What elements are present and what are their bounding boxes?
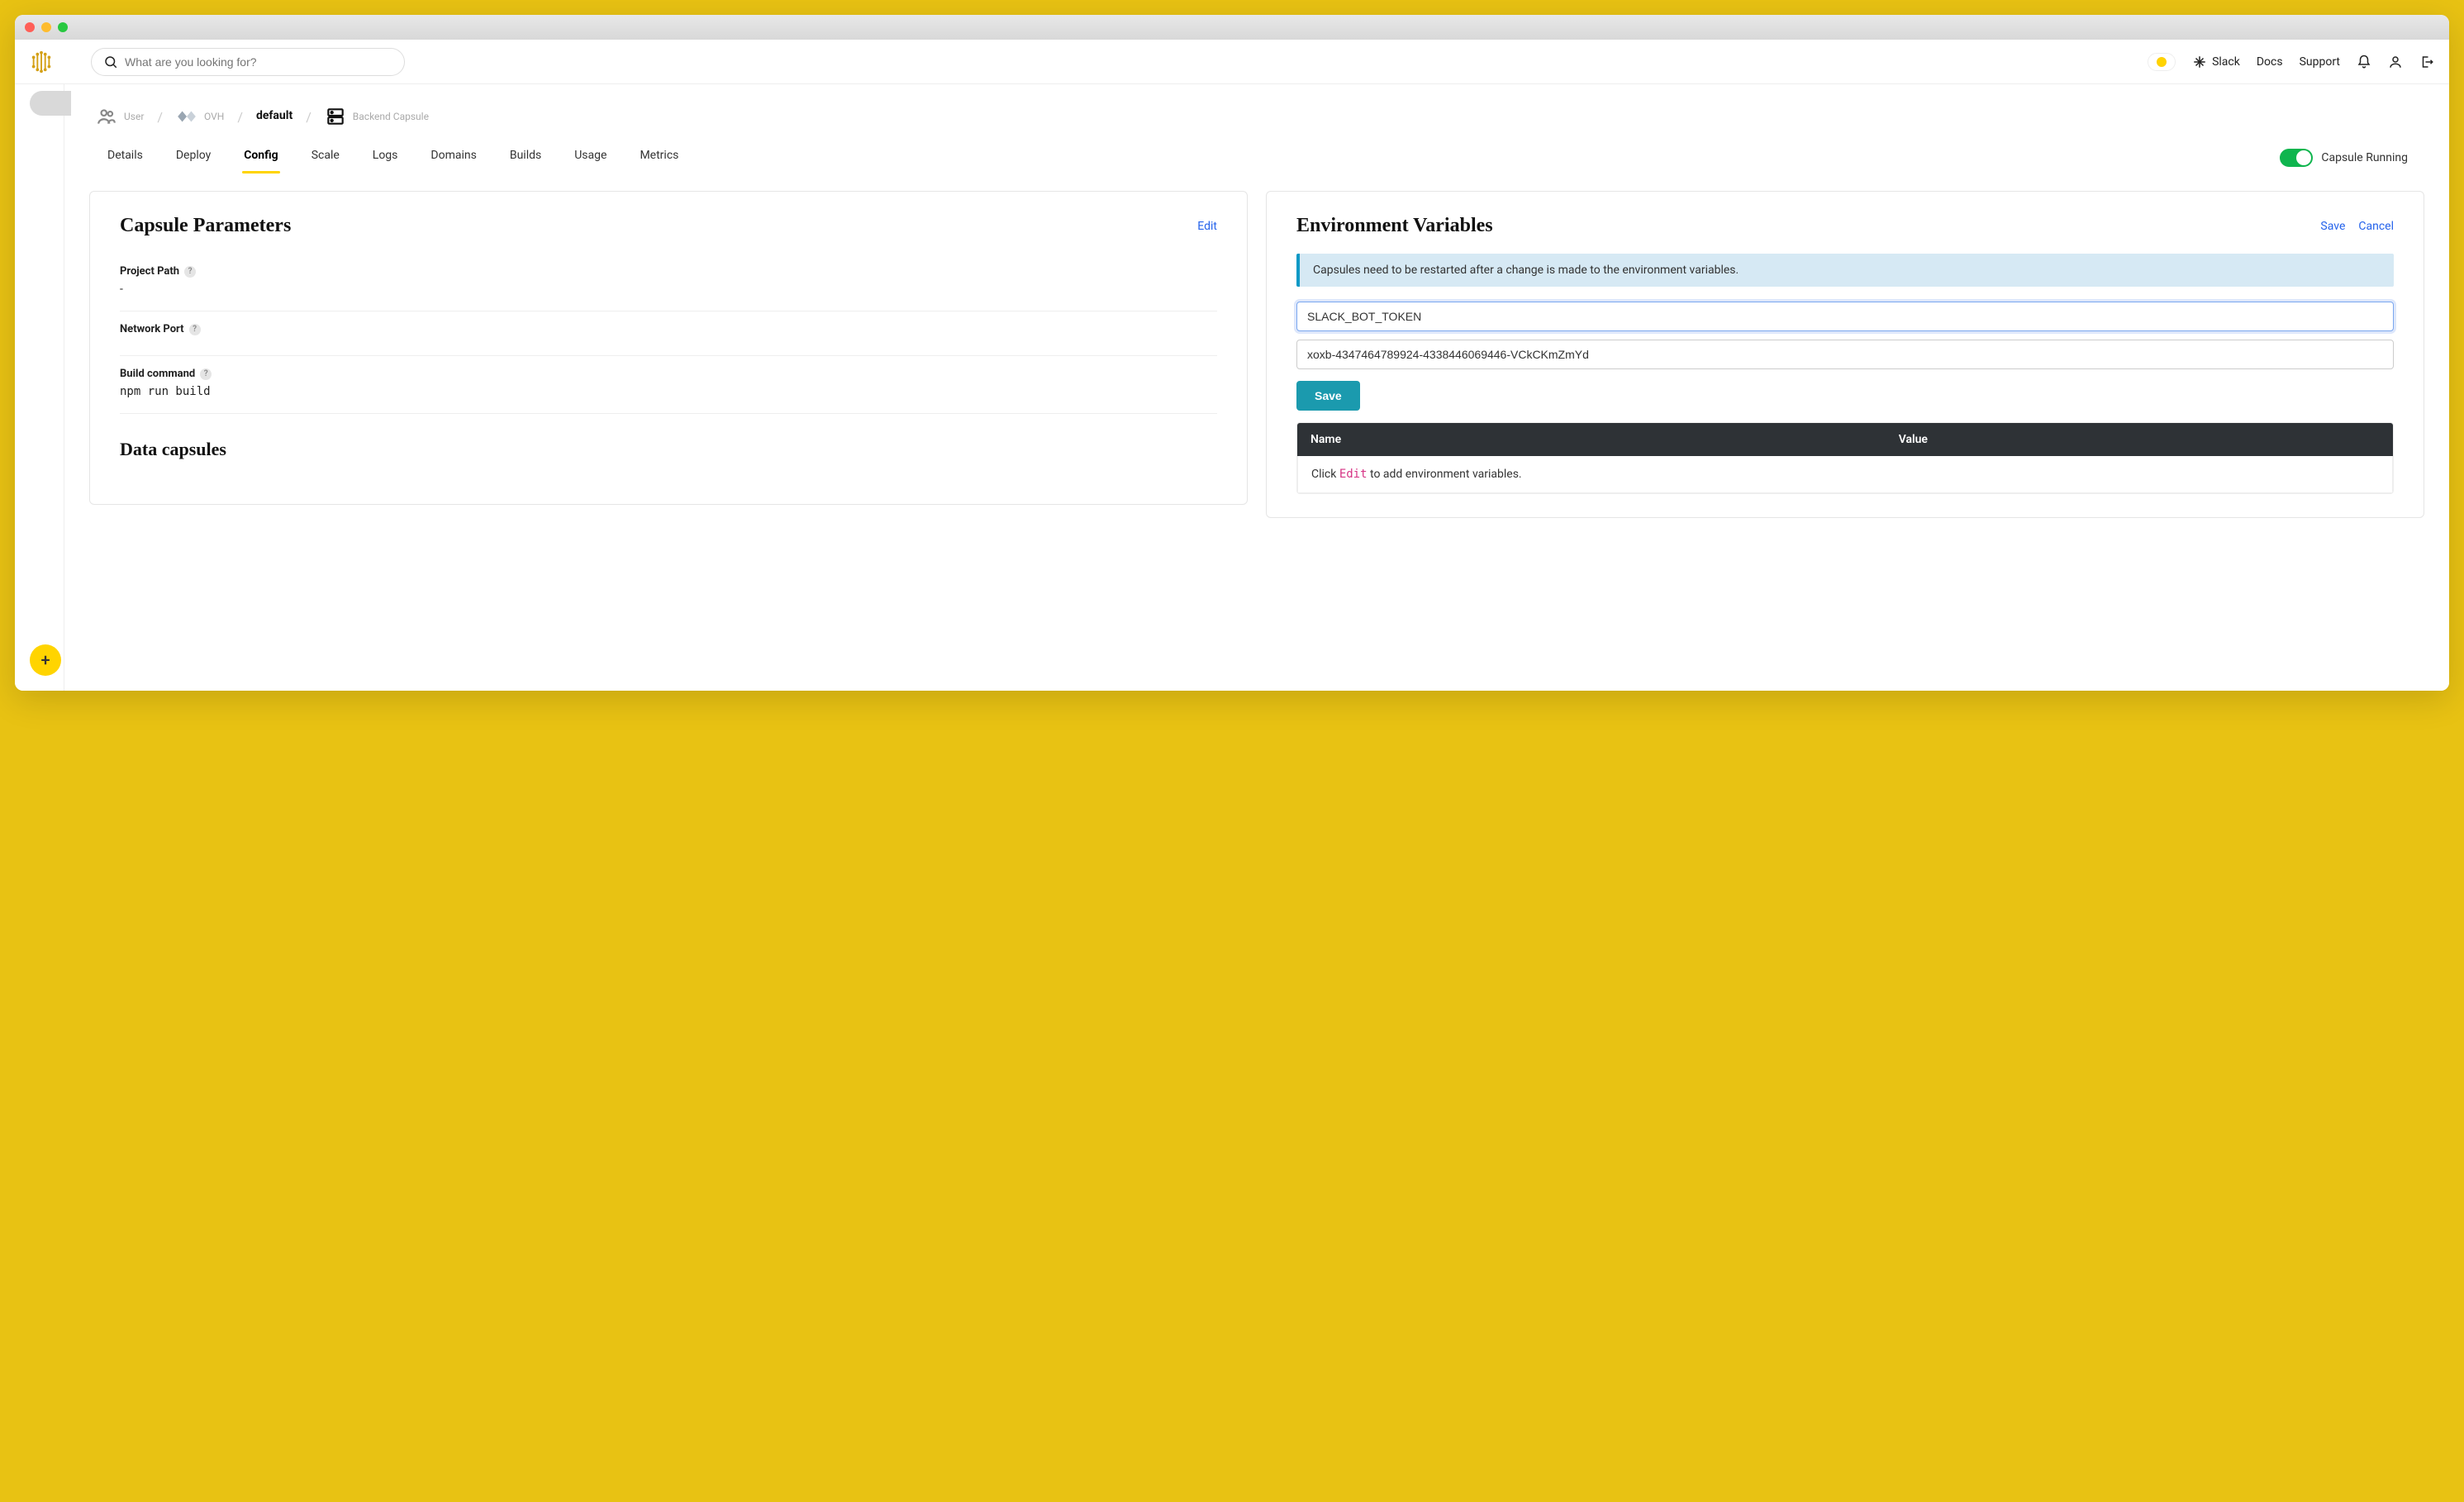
slack-label: Slack (2212, 55, 2240, 69)
user-icon (2388, 55, 2403, 69)
env-col-name: Name (1310, 433, 1899, 446)
help-icon[interactable]: ? (184, 266, 196, 278)
capsule-status: Capsule Running (2280, 149, 2408, 167)
notifications-button[interactable] (2357, 55, 2371, 69)
server-icon (325, 106, 346, 127)
cancel-env-link[interactable]: Cancel (2358, 220, 2394, 233)
topbar: Slack Docs Support (15, 40, 2449, 84)
app-logo[interactable] (20, 50, 63, 74)
logo-icon (29, 50, 54, 74)
search-box[interactable] (91, 48, 405, 76)
capsule-running-toggle[interactable] (2280, 149, 2313, 167)
slack-link[interactable]: Slack (2192, 55, 2240, 69)
breadcrumb-user-label: User (124, 111, 144, 122)
sidebar-collapsed-pill[interactable] (30, 91, 71, 116)
tab-logs[interactable]: Logs (371, 142, 400, 173)
status-dot-icon (2157, 57, 2167, 67)
bell-icon (2357, 55, 2371, 69)
env-vars-card: Environment Variables Save Cancel Capsul… (1266, 191, 2424, 518)
env-col-value: Value (1899, 433, 2380, 446)
help-icon[interactable]: ? (189, 324, 201, 335)
logout-button[interactable] (2419, 55, 2434, 69)
env-empty-row: Click Edit to add environment variables. (1297, 456, 2393, 493)
app-root: Slack Docs Support (15, 40, 2449, 691)
window-titlebar (15, 15, 2449, 40)
breadcrumb-provider-label: OVH (204, 111, 224, 122)
param-network-port: Network Port? (120, 311, 1217, 356)
capsule-parameters-card: Capsule Parameters Edit Project Path? - … (89, 191, 1248, 505)
status-indicator[interactable] (2148, 53, 2176, 71)
tab-scale[interactable]: Scale (310, 142, 341, 173)
param-build-command: Build command? npm run build (120, 356, 1217, 414)
slack-icon (2192, 55, 2207, 69)
restart-notice: Capsules need to be restarted after a ch… (1296, 254, 2394, 287)
close-window-icon[interactable] (25, 22, 35, 32)
env-value-input[interactable] (1296, 340, 2394, 369)
breadcrumb-capsule[interactable]: Backend Capsule (325, 106, 429, 127)
breadcrumb-capsule-label: Backend Capsule (353, 111, 429, 122)
users-icon (96, 106, 117, 127)
tabs: Details Deploy Config Scale Logs Domains Build… (89, 132, 2424, 174)
main-content: User / OVH / default / (64, 84, 2449, 691)
logout-icon (2419, 55, 2434, 69)
save-env-button[interactable]: Save (1296, 381, 1360, 411)
param-project-path-value: - (120, 283, 1217, 296)
breadcrumb-provider[interactable]: OVH (176, 106, 224, 127)
save-env-link[interactable]: Save (2320, 220, 2345, 233)
tab-metrics[interactable]: Metrics (638, 142, 680, 173)
tab-builds[interactable]: Builds (508, 142, 543, 173)
support-link[interactable]: Support (2300, 55, 2340, 69)
breadcrumb: User / OVH / default / (89, 93, 2424, 132)
add-button[interactable]: + (30, 644, 61, 676)
account-button[interactable] (2388, 55, 2403, 69)
app-window: Slack Docs Support (15, 15, 2449, 691)
breadcrumb-project-label: default (256, 110, 293, 122)
tab-deploy[interactable]: Deploy (174, 142, 212, 173)
help-icon[interactable]: ? (200, 368, 212, 380)
tab-usage[interactable]: Usage (573, 142, 608, 173)
provider-icon (176, 106, 197, 127)
env-vars-title: Environment Variables (1296, 215, 1493, 237)
breadcrumb-project[interactable]: default (256, 110, 293, 122)
breadcrumb-user[interactable]: User (96, 106, 144, 127)
env-key-input[interactable] (1296, 302, 2394, 331)
minimize-window-icon[interactable] (41, 22, 51, 32)
docs-link[interactable]: Docs (2257, 55, 2283, 69)
search-icon (103, 55, 118, 69)
env-table: Name Value Click Edit to add environment… (1296, 422, 2394, 494)
capsule-status-label: Capsule Running (2321, 151, 2408, 164)
edit-parameters-button[interactable]: Edit (1197, 220, 1217, 233)
sidebar (15, 84, 64, 691)
edit-keyword: Edit (1339, 468, 1368, 481)
capsule-parameters-title: Capsule Parameters (120, 215, 291, 237)
param-build-command-value: npm run build (120, 385, 1217, 398)
param-project-path: Project Path? - (120, 254, 1217, 311)
tab-details[interactable]: Details (106, 142, 145, 173)
search-input[interactable] (125, 55, 392, 69)
maximize-window-icon[interactable] (58, 22, 68, 32)
tab-config[interactable]: Config (242, 142, 279, 173)
tab-domains[interactable]: Domains (429, 142, 478, 173)
data-capsules-heading: Data capsules (120, 439, 1217, 460)
